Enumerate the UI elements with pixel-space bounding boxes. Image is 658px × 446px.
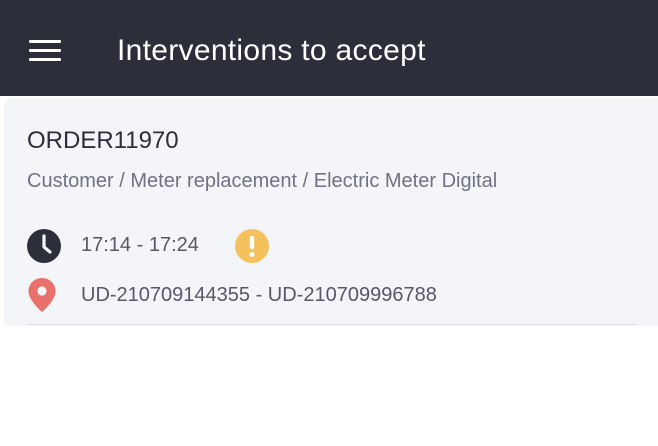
menu-button[interactable]: [22, 30, 68, 72]
intervention-type: Customer / Meter replacement / Electric …: [27, 170, 498, 192]
map-pin-icon: [28, 278, 56, 312]
time-range: 17:14 - 17:24: [81, 234, 199, 256]
intervention-card[interactable]: ORDER11970 Customer / Meter replacement …: [4, 98, 658, 326]
exclamation-alert-icon: [235, 229, 269, 263]
app-bar: Interventions to accept: [0, 0, 658, 96]
order-id: ORDER11970: [27, 127, 179, 154]
page-title: Interventions to accept: [117, 34, 426, 67]
hamburger-menu-icon: [29, 40, 61, 61]
divider: [26, 324, 638, 325]
address: UD-210709144355 - UD-210709996788: [81, 284, 437, 306]
clock-icon: [27, 229, 61, 263]
